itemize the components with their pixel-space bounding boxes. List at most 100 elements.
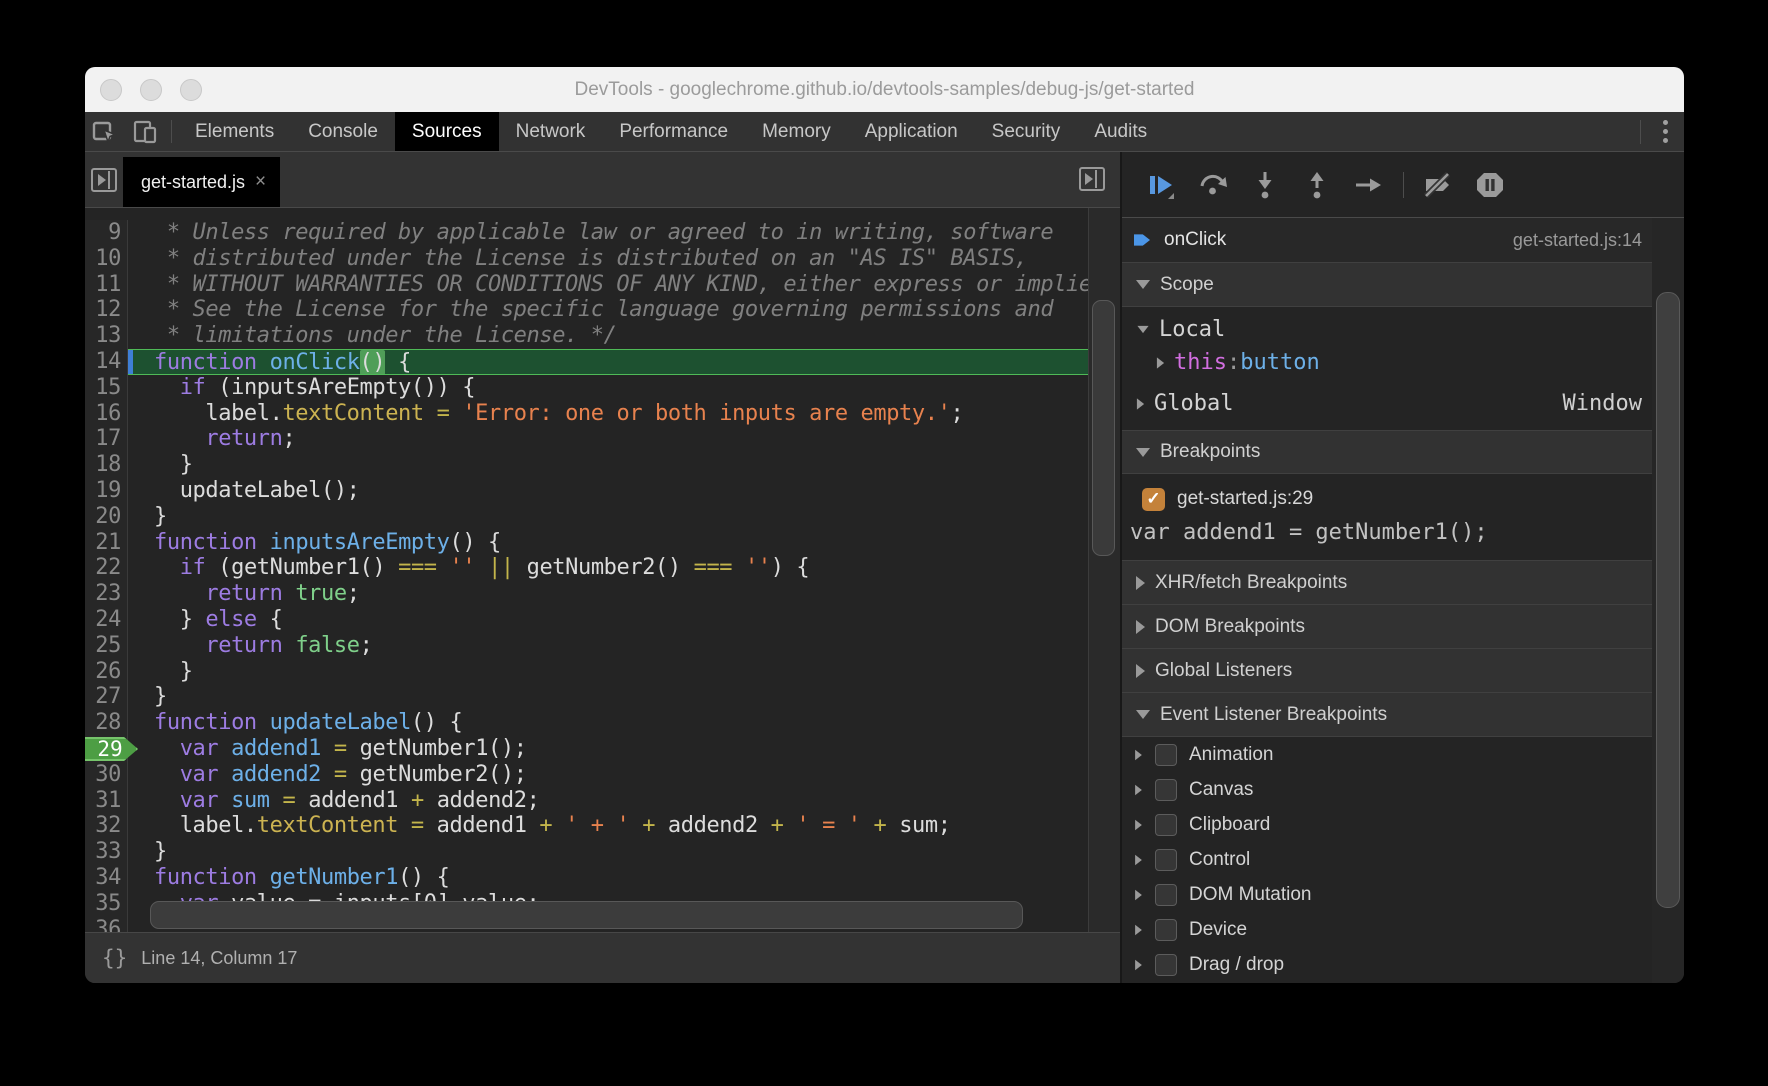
section-xhr-fetch-breakpoints[interactable]: XHR/fetch Breakpoints (1122, 561, 1652, 605)
elb-item-clipboard[interactable]: Clipboard (1122, 807, 1652, 842)
tab-console[interactable]: Console (291, 112, 395, 151)
section-global-listeners[interactable]: Global Listeners (1122, 649, 1652, 693)
code-line-14[interactable]: 14function onClick() { (85, 349, 1088, 375)
code-line-27[interactable]: 27} (85, 684, 1088, 710)
code-line-23[interactable]: 23 return true; (85, 581, 1088, 607)
elb-item-geolocation[interactable]: Geolocation (1122, 982, 1652, 983)
line-number[interactable]: 24 (85, 607, 128, 633)
line-number[interactable]: 19 (85, 478, 128, 504)
resume-icon[interactable] (1138, 168, 1184, 202)
line-number[interactable]: 12 (85, 297, 128, 323)
breakpoint-badge[interactable]: 29 (85, 736, 128, 762)
elb-item-dom-mutation[interactable]: DOM Mutation (1122, 877, 1652, 912)
line-number[interactable]: 23 (85, 581, 128, 607)
code-line-28[interactable]: 28function updateLabel() { (85, 710, 1088, 736)
scope-this-row[interactable]: this: button (1122, 346, 1652, 379)
file-tab-get-started-js[interactable]: get-started.js × (123, 157, 280, 207)
section-dom-breakpoints[interactable]: DOM Breakpoints (1122, 605, 1652, 649)
code-line-18[interactable]: 18 } (85, 452, 1088, 478)
breakpoint-entry[interactable]: ✓ get-started.js:29 var addend1 = getNum… (1122, 474, 1652, 561)
line-number[interactable]: 9 (85, 220, 128, 246)
code-line-9[interactable]: 9 * Unless required by applicable law or… (85, 220, 1088, 246)
elb-item-canvas[interactable]: Canvas (1122, 772, 1652, 807)
tab-memory[interactable]: Memory (745, 112, 848, 151)
elb-checkbox[interactable] (1155, 884, 1177, 906)
line-number[interactable]: 27 (85, 684, 128, 710)
customize-devtools-icon[interactable] (1647, 120, 1684, 143)
line-number[interactable]: 30 (85, 762, 128, 788)
code-line-13[interactable]: 13 * limitations under the License. */ (85, 323, 1088, 349)
code-line-34[interactable]: 34function getNumber1() { (85, 865, 1088, 891)
code-line-19[interactable]: 19 updateLabel(); (85, 478, 1088, 504)
step-into-icon[interactable] (1242, 168, 1288, 202)
show-navigator-icon[interactable] (85, 152, 123, 207)
line-number[interactable]: 10 (85, 246, 128, 272)
call-frame-onclick[interactable]: onClick get-started.js:14 (1122, 218, 1652, 263)
line-number[interactable]: 28 (85, 710, 128, 736)
step-out-icon[interactable] (1294, 168, 1340, 202)
scope-global[interactable]: Global Window (1122, 387, 1652, 420)
elb-checkbox[interactable] (1155, 954, 1177, 976)
code-line-30[interactable]: 30 var addend2 = getNumber2(); (85, 762, 1088, 788)
code-line-25[interactable]: 25 return false; (85, 633, 1088, 659)
elb-item-animation[interactable]: Animation (1122, 737, 1652, 772)
line-number[interactable]: 33 (85, 839, 128, 865)
line-number[interactable]: 31 (85, 788, 128, 814)
code-line-22[interactable]: 22 if (getNumber1() === '' || getNumber2… (85, 555, 1088, 581)
line-number[interactable]: 32 (85, 813, 128, 839)
line-number[interactable]: 26 (85, 659, 128, 685)
code-line-24[interactable]: 24 } else { (85, 607, 1088, 633)
pause-on-exceptions-icon[interactable] (1467, 168, 1513, 202)
line-number[interactable]: 25 (85, 633, 128, 659)
line-number[interactable]: 13 (85, 323, 128, 349)
line-number[interactable]: 34 (85, 865, 128, 891)
section-breakpoints[interactable]: Breakpoints (1122, 430, 1652, 474)
tab-elements[interactable]: Elements (178, 112, 291, 151)
elb-checkbox[interactable] (1155, 919, 1177, 941)
line-number[interactable]: 35 (85, 891, 128, 917)
code-editor[interactable]: 9 * Unless required by applicable law or… (85, 208, 1120, 932)
section-scope[interactable]: Scope (1122, 263, 1652, 307)
line-number[interactable]: 17 (85, 426, 128, 452)
elb-item-device[interactable]: Device (1122, 912, 1652, 947)
code-line-10[interactable]: 10 * distributed under the License is di… (85, 246, 1088, 272)
tab-audits[interactable]: Audits (1077, 112, 1164, 151)
code-line-29[interactable]: 29 var addend1 = getNumber1(); (85, 736, 1088, 762)
tab-performance[interactable]: Performance (602, 112, 745, 151)
step-icon[interactable] (1346, 168, 1392, 202)
elb-checkbox[interactable] (1155, 779, 1177, 801)
tab-security[interactable]: Security (975, 112, 1078, 151)
code-line-33[interactable]: 33} (85, 839, 1088, 865)
section-event-listener-breakpoints[interactable]: Event Listener Breakpoints (1122, 693, 1652, 737)
line-number[interactable]: 11 (85, 272, 128, 298)
close-tab-icon[interactable]: × (255, 171, 266, 193)
elb-checkbox[interactable] (1155, 744, 1177, 766)
line-number[interactable]: 22 (85, 555, 128, 581)
tab-sources[interactable]: Sources (395, 112, 499, 151)
elb-checkbox[interactable] (1155, 849, 1177, 871)
code-line-11[interactable]: 11 * WITHOUT WARRANTIES OR CONDITIONS OF… (85, 272, 1088, 298)
elb-item-drag-drop[interactable]: Drag / drop (1122, 947, 1652, 982)
line-number[interactable]: 14 (85, 349, 128, 375)
editor-vertical-scrollbar-thumb[interactable] (1092, 300, 1115, 556)
line-number[interactable]: 21 (85, 530, 128, 556)
elb-item-control[interactable]: Control (1122, 842, 1652, 877)
elb-checkbox[interactable] (1155, 814, 1177, 836)
code-line-21[interactable]: 21function inputsAreEmpty() { (85, 530, 1088, 556)
line-number[interactable]: 15 (85, 375, 128, 401)
line-number[interactable]: 18 (85, 452, 128, 478)
code-line-20[interactable]: 20} (85, 504, 1088, 530)
breakpoint-checkbox[interactable]: ✓ (1142, 488, 1165, 511)
code-line-17[interactable]: 17 return; (85, 426, 1088, 452)
inspect-icon[interactable] (85, 112, 125, 151)
tab-network[interactable]: Network (499, 112, 603, 151)
editor-horizontal-scrollbar-thumb[interactable] (150, 901, 1023, 929)
scope-local[interactable]: Local (1122, 313, 1652, 346)
code-line-31[interactable]: 31 var sum = addend1 + addend2; (85, 788, 1088, 814)
code-line-26[interactable]: 26 } (85, 659, 1088, 685)
line-number[interactable]: 36 (85, 917, 128, 932)
step-over-icon[interactable] (1190, 168, 1236, 202)
tab-application[interactable]: Application (848, 112, 975, 151)
line-number[interactable]: 16 (85, 401, 128, 427)
code-line-15[interactable]: 15 if (inputsAreEmpty()) { (85, 375, 1088, 401)
